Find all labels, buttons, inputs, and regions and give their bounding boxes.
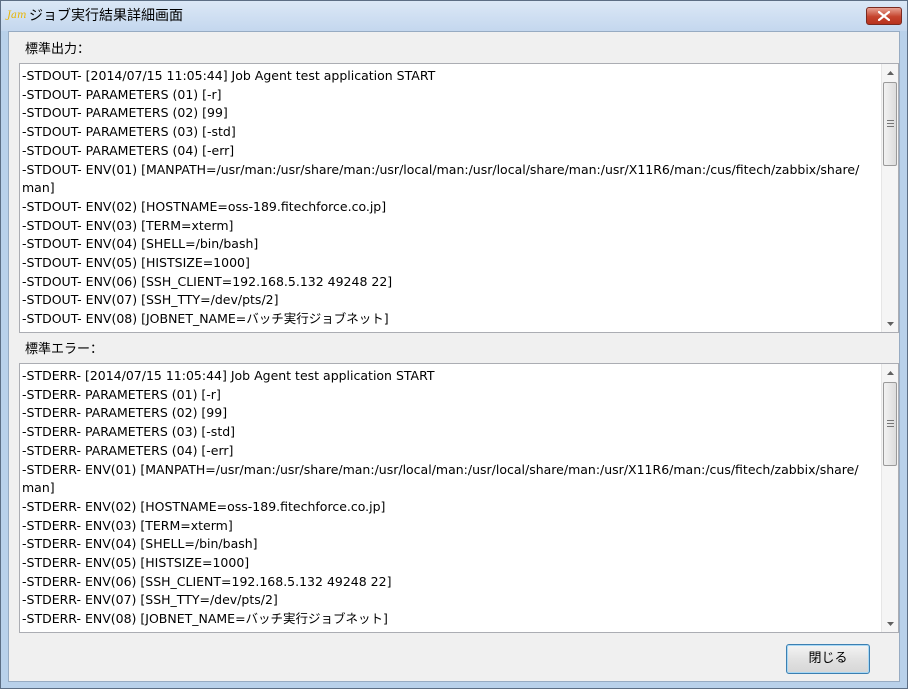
stderr-scroll-up-button[interactable] [882, 364, 898, 381]
stderr-log-line: -STDERR- ENV(01) [MANPATH=/usr/man:/usr/… [22, 461, 859, 496]
stdout-log-line: -STDOUT- PARAMETERS (03) [-std] [22, 124, 236, 140]
stdout-log-line: -STDOUT- ENV(07) [SSH_TTY=/dev/pts/2] [22, 292, 279, 308]
stderr-scroll-thumb[interactable] [883, 382, 897, 466]
stderr-log-line: -STDERR- [2014/07/15 11:05:44] Job Agent… [22, 368, 435, 383]
stderr-log-line: -STDERR- ENV(06) [SSH_CLIENT=192.168.5.1… [22, 573, 392, 589]
stdout-log-line: -STDOUT- ENV(01) [MANPATH=/usr/man:/usr/… [22, 161, 860, 196]
stdout-log-line: -STDOUT- ENV(04) [SHELL=/bin/bash] [22, 236, 259, 252]
chevron-up-icon [887, 70, 894, 75]
result-detail-window: Jam ジョブ実行結果詳細画面 標準出力： -STDOUT- [2014/07/… [0, 0, 908, 689]
stderr-log-line: -STDERR- ENV(05) [HISTSIZE=1000] [22, 555, 250, 571]
stderr-log-line: -STDERR- ENV(02) [HOSTNAME=oss-189.fitec… [22, 498, 386, 514]
stderr-log-line: -STDERR- ENV(07) [SSH_TTY=/dev/pts/2] [22, 592, 278, 608]
stdout-log-line: -STDOUT- ENV(02) [HOSTNAME=oss-189.fitec… [22, 198, 387, 214]
stderr-log-line: -STDERR- ENV(08) [JOBNET_NAME=バッチ実行ジョブネッ… [22, 611, 388, 627]
stdout-log-line: -STDOUT- PARAMETERS (02) [99] [22, 105, 228, 121]
stderr-label: 標準エラー： [25, 342, 104, 357]
stdout-log-line: -STDOUT- PARAMETERS (04) [-err] [22, 142, 235, 158]
close-icon [878, 11, 890, 21]
title-bar[interactable]: Jam ジョブ実行結果詳細画面 [1, 1, 907, 31]
stdout-scroll-thumb[interactable] [883, 82, 897, 166]
stderr-log-line: -STDERR- PARAMETERS (03) [-std] [22, 424, 236, 440]
stderr-scrollbar[interactable] [881, 364, 898, 632]
stderr-log-line: -STDERR- PARAMETERS (02) [99] [22, 405, 228, 421]
stdout-scrollbar[interactable] [881, 64, 898, 332]
stdout-log-line: -STDOUT- ENV(06) [SSH_CLIENT=192.168.5.1… [22, 273, 393, 289]
stderr-log-line: -STDERR- PARAMETERS (01) [-r] [22, 386, 221, 402]
stdout-log-line: -STDOUT- ENV(05) [HISTSIZE=1000] [22, 255, 250, 271]
window-close-button[interactable] [866, 7, 902, 25]
dialog-body: 標準出力： -STDOUT- [2014/07/15 11:05:44] Job… [8, 31, 900, 682]
chevron-down-icon [887, 621, 894, 626]
stderr-scroll-down-button[interactable] [882, 615, 898, 632]
stdout-scroll-down-button[interactable] [882, 315, 898, 332]
stdout-log-line: -STDOUT- [2014/07/15 11:05:44] Job Agent… [22, 68, 436, 83]
stdout-log-line: -STDOUT- ENV(03) [TERM=xterm] [22, 217, 234, 233]
window-title: ジョブ実行結果詳細画面 [29, 8, 183, 24]
stdout-textbox[interactable]: -STDOUT- [2014/07/15 11:05:44] Job Agent… [19, 63, 899, 333]
chevron-down-icon [887, 321, 894, 326]
stdout-scroll-up-button[interactable] [882, 64, 898, 81]
stdout-label: 標準出力： [25, 42, 91, 57]
chevron-up-icon [887, 370, 894, 375]
stderr-log-line: -STDERR- PARAMETERS (04) [-err] [22, 442, 234, 458]
stdout-log-line: -STDOUT- ENV(08) [JOBNET_NAME=バッチ実行ジョブネッ… [22, 311, 389, 327]
stdout-content: -STDOUT- [2014/07/15 11:05:44] Job Agent… [22, 67, 862, 329]
stderr-log-line: -STDERR- ENV(03) [TERM=xterm] [22, 517, 233, 533]
close-button[interactable]: 閉じる [786, 644, 870, 674]
stdout-log-line: -STDOUT- PARAMETERS (01) [-r] [22, 86, 222, 102]
stderr-log-line: -STDERR- ENV(04) [SHELL=/bin/bash] [22, 536, 258, 552]
stderr-textbox[interactable]: -STDERR- [2014/07/15 11:05:44] Job Agent… [19, 363, 899, 633]
stderr-content: -STDERR- [2014/07/15 11:05:44] Job Agent… [22, 367, 862, 629]
app-icon: Jam [7, 10, 27, 21]
